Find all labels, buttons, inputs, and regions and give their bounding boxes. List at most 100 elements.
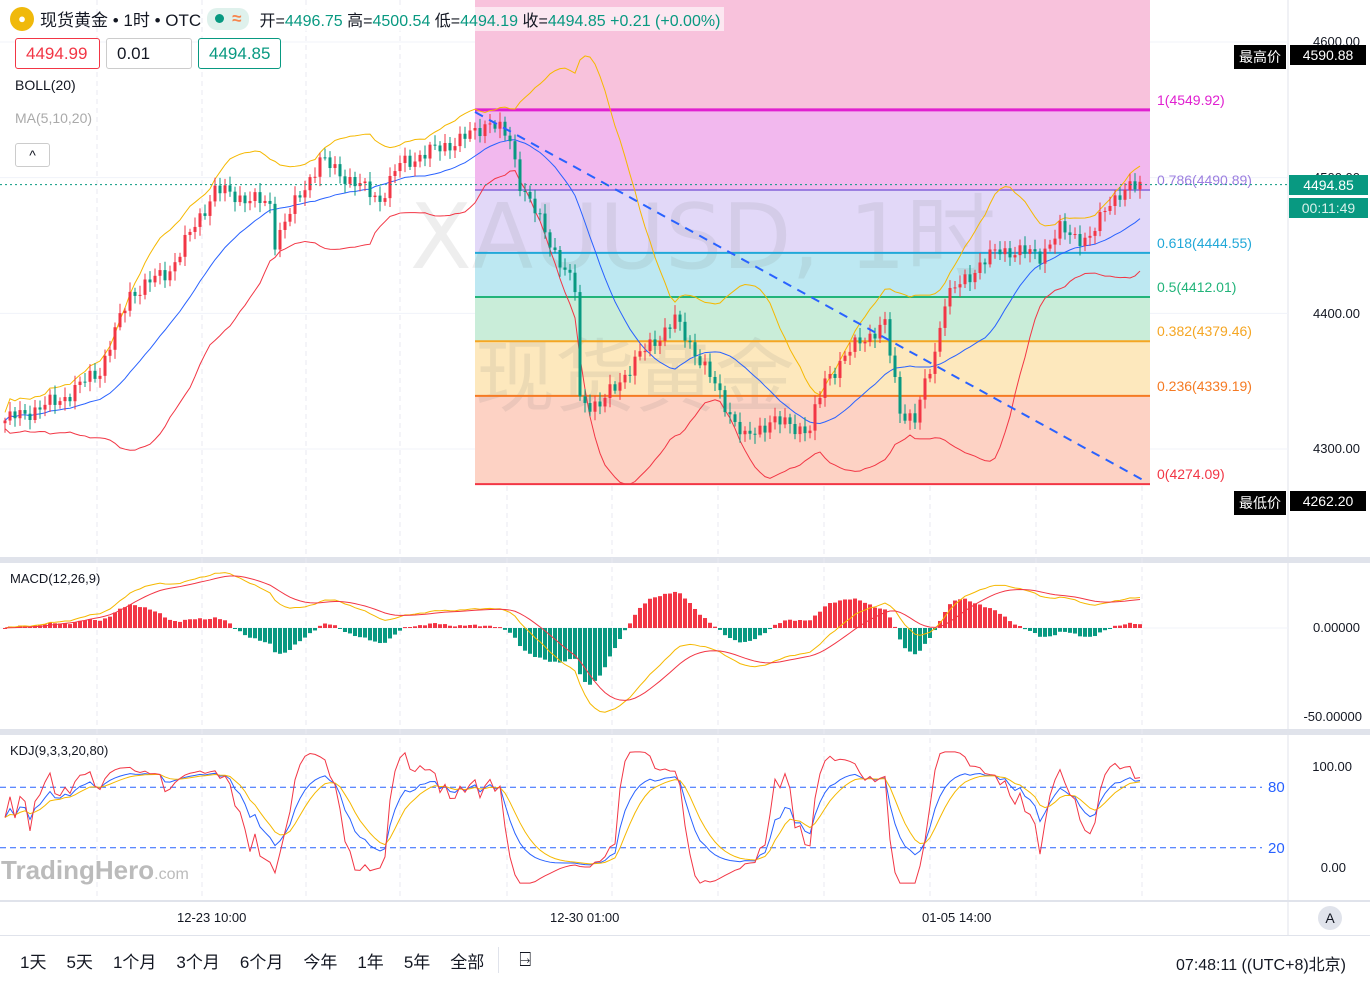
- macd-histogram-bar: [338, 628, 342, 629]
- candle-body: [378, 195, 382, 202]
- sell-button[interactable]: 4494.99: [15, 38, 100, 69]
- macd-histogram-bar: [148, 609, 152, 628]
- candle-body: [653, 339, 657, 346]
- macd-histogram-bar: [433, 623, 437, 628]
- macd-histogram-bar: [283, 628, 287, 653]
- collapse-indicators-button[interactable]: ^: [15, 143, 50, 167]
- range-ytd[interactable]: 今年: [303, 948, 337, 973]
- boll-indicator-label[interactable]: BOLL(20): [15, 77, 76, 93]
- candle-body: [1098, 212, 1102, 232]
- candle-body: [788, 417, 792, 424]
- candle-body: [268, 200, 272, 204]
- candle-body: [413, 161, 417, 167]
- lowest-label: 最低价: [1234, 491, 1286, 515]
- ma-indicator-label[interactable]: MA(5,10,20): [15, 110, 92, 126]
- candle-body: [238, 195, 242, 203]
- time-label: 12-30 01:00: [550, 910, 620, 925]
- market-status[interactable]: ≈: [207, 7, 250, 30]
- candle-body: [233, 191, 237, 203]
- candle-body: [438, 145, 442, 152]
- candle-body: [163, 270, 167, 281]
- candle-body: [868, 333, 872, 342]
- candle-body: [743, 430, 747, 435]
- candle-body: [873, 333, 877, 339]
- highest-label: 最高价: [1234, 45, 1286, 69]
- candle-body: [168, 271, 172, 281]
- range-5y[interactable]: 5年: [404, 948, 430, 973]
- candle-body: [273, 203, 277, 250]
- candle-body: [813, 404, 817, 431]
- kdj-label[interactable]: KDJ(9,3,3,20,80): [10, 743, 108, 758]
- candle-body: [128, 291, 132, 311]
- auto-scale-button[interactable]: A: [1318, 906, 1342, 930]
- candle-body: [1083, 237, 1087, 246]
- macd-histogram-bar: [233, 628, 237, 629]
- spread-field[interactable]: 0.01: [106, 38, 192, 69]
- range-6m[interactable]: 6个月: [240, 948, 283, 973]
- candle-body: [843, 355, 847, 361]
- candle-body: [723, 390, 727, 413]
- macd-histogram-bar: [783, 620, 787, 628]
- macd-histogram-bar: [828, 603, 832, 628]
- macd-histogram-bar: [108, 616, 112, 628]
- candle-body: [83, 381, 87, 383]
- candle-body: [13, 411, 17, 419]
- macd-histogram-bar: [543, 628, 547, 660]
- candle-body: [628, 374, 632, 376]
- candle-body: [388, 175, 392, 199]
- macd-histogram-bar: [188, 619, 192, 628]
- macd-histogram-bar: [578, 628, 582, 675]
- macd-histogram-bar: [653, 597, 657, 628]
- candle-body: [883, 319, 887, 325]
- range-1m[interactable]: 1个月: [113, 948, 156, 973]
- candle-body: [478, 128, 482, 137]
- candle-body: [693, 342, 697, 357]
- pane-divider: [0, 900, 1370, 902]
- candle-body: [403, 155, 407, 164]
- candle-body: [798, 426, 802, 435]
- macd-label[interactable]: MACD(12,26,9): [10, 571, 100, 586]
- macd-histogram-bar: [443, 624, 447, 628]
- candle-body: [563, 267, 567, 270]
- candle-body: [213, 185, 217, 202]
- macd-histogram-bar: [278, 628, 282, 654]
- candle-body: [108, 349, 112, 356]
- candle-body: [313, 176, 317, 178]
- price-tick: 4400.00: [1313, 306, 1360, 321]
- macd-histogram-bar: [1063, 628, 1067, 632]
- macd-histogram-bar: [463, 625, 467, 628]
- goto-date-icon[interactable]: ⍈: [519, 949, 531, 972]
- macd-histogram-bar: [123, 607, 127, 628]
- range-1y[interactable]: 1年: [357, 948, 383, 973]
- buy-button[interactable]: 4494.85: [198, 38, 281, 69]
- macd-histogram-bar: [728, 628, 732, 639]
- macd-histogram-bar: [333, 625, 337, 628]
- symbol-title[interactable]: 现货黄金 • 1时 • OTC: [40, 6, 201, 31]
- candle-body: [993, 249, 997, 251]
- clock[interactable]: 07:48:11 ((UTC+8)北京): [1176, 951, 1346, 975]
- macd-histogram-bar: [1088, 628, 1092, 637]
- status-dot-icon: [215, 14, 225, 23]
- candle-body: [58, 401, 62, 405]
- macd-histogram-bar: [618, 628, 622, 640]
- candle-body: [1028, 249, 1032, 254]
- candle-body: [718, 383, 722, 391]
- price-tick: 4300.00: [1313, 441, 1360, 456]
- macd-histogram-bar: [793, 620, 797, 628]
- candle-body: [523, 190, 527, 192]
- range-3m[interactable]: 3个月: [176, 948, 219, 973]
- range-1d[interactable]: 1天: [20, 948, 46, 973]
- macd-histogram-bar: [698, 614, 702, 628]
- range-5d[interactable]: 5天: [66, 948, 92, 973]
- macd-histogram-bar: [408, 626, 412, 628]
- range-all[interactable]: 全部: [450, 948, 484, 973]
- macd-histogram-bar: [363, 628, 367, 638]
- macd-histogram-bar: [1033, 628, 1037, 634]
- candle-body: [148, 279, 152, 283]
- candle-body: [1133, 181, 1137, 190]
- chart-canvas[interactable]: XAUUSD, 1时现货黄金1(4549.92)0.786(4490.89)0.…: [0, 0, 1370, 935]
- macd-histogram-bar: [1128, 622, 1132, 628]
- macd-histogram-bar: [1008, 621, 1012, 628]
- candle-body: [703, 361, 707, 366]
- macd-histogram-bar: [673, 591, 677, 628]
